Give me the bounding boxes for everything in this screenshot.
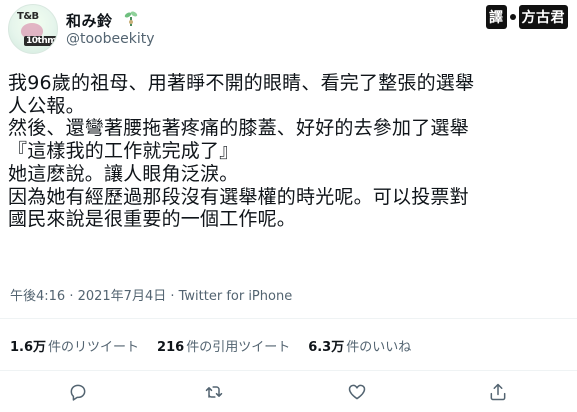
retweet-count-label: 件のリツイート [48,340,140,355]
tweet-timestamp[interactable]: 午後4:16 · 2021年7月4日 · Twitter for iPhone [10,285,292,304]
like-count-label: 件のいいね [346,340,412,355]
tweet-actions [0,382,577,406]
reply-icon [70,384,86,401]
avatar-text-bottom: 10thm [24,36,57,46]
avatar[interactable]: T&B 10thm [8,4,58,54]
retweet-button[interactable] [204,382,228,406]
like-button[interactable] [347,382,371,406]
badge-right: 方古君 [518,5,568,29]
quote-count[interactable]: 216 件の引用ツイート [157,336,290,355]
badge-left: 譯 [486,5,507,29]
tweet-stats: 1.6万 件のリツイート 216 件の引用ツイート 6.3万 件のいいね [10,336,429,355]
tweet-line: 她這麽說。讓人眼角泛淚。 [8,162,239,185]
tweet-line: 國民來說是很重要的一個工作呢。 [8,208,297,231]
display-name[interactable]: 和み鈴 [66,10,113,31]
user-handle[interactable]: @toobeekity [66,31,155,47]
tweet-text: 我96歲的祖母、用著睜不開的眼睛、看完了整張的選舉 人公報。 然後、還彎著腰拖著疼痛… [8,72,572,231]
retweet-count[interactable]: 1.6万 件のリツイート [10,336,139,355]
retweet-count-value: 1.6万 [10,340,47,355]
like-count[interactable]: 6.3万 件のいいね [308,336,411,355]
tweet-line: 我96歲的祖母、用著睜不開的眼睛、看完了整張的選舉 [8,72,475,94]
reply-button[interactable] [68,382,92,406]
tweet-line: 然後、還彎著腰拖著疼痛的膝蓋、好好的去參加了選舉 [8,117,469,140]
badge-separator [509,14,516,20]
share-button[interactable] [488,382,512,406]
tweet-header: T&B 10thm 和み鈴 @toobeekity 譯 方古君 [0,0,577,70]
tweet-line: 『這樣我的工作就完成了』 [8,140,239,163]
tweet-line: 因為她有經歷過那段沒有選舉權的時光呢。可以投票對 [8,185,469,208]
sprout-icon [124,11,138,26]
divider [0,370,577,371]
quote-count-value: 216 [157,340,185,355]
heart-icon [348,384,366,400]
retweet-icon [205,386,223,398]
quote-count-label: 件の引用ツイート [186,340,291,355]
divider [0,318,577,319]
share-icon [490,383,506,401]
avatar-text-top: T&B [17,11,39,22]
tweet-line: 人公報。 [8,94,85,117]
translator-badge: 譯 方古君 [486,4,568,30]
like-count-value: 6.3万 [308,340,345,355]
